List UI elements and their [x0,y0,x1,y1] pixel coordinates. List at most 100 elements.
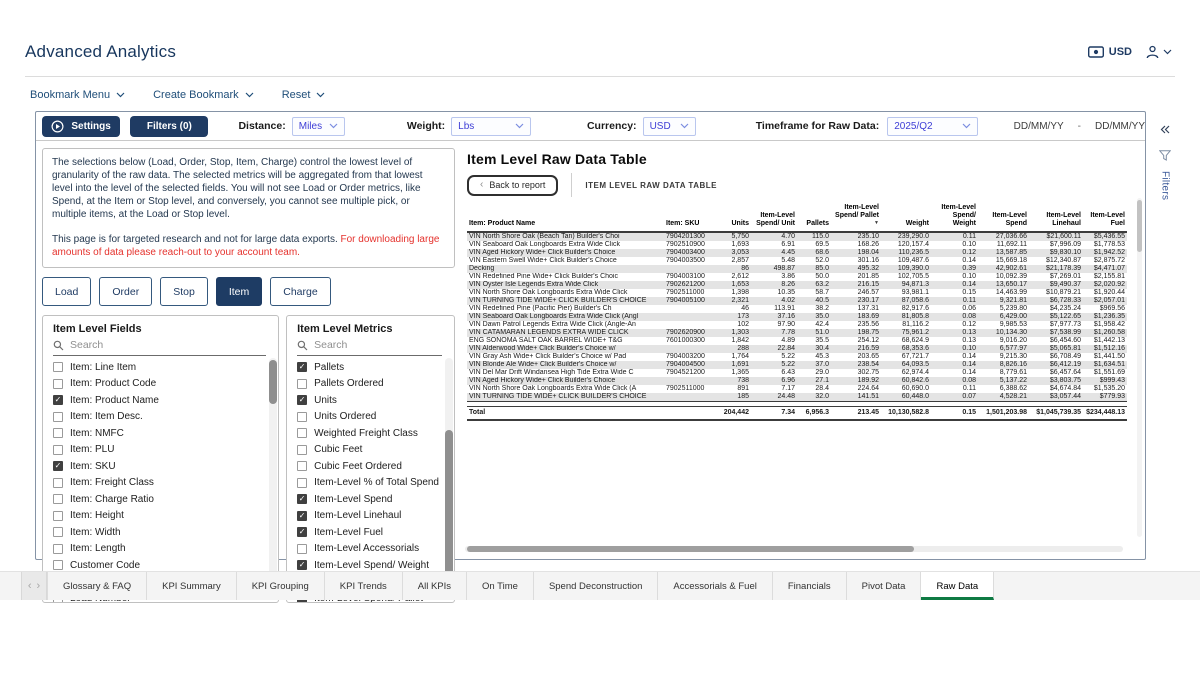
table-row[interactable]: VIN TURNING TIDE WIDE+ CLICK BUILDER'S C… [467,297,1127,305]
table-row[interactable]: VIN North Shore Oak Longboards Extra Wid… [467,385,1127,393]
filters-button[interactable]: Filters (0) [130,116,208,137]
level-button-load[interactable]: Load [42,277,91,306]
field-item-item-charge-ratio[interactable]: Item: Charge Ratio [53,491,278,508]
create-bookmark-dropdown[interactable]: Create Bookmark [153,89,254,101]
settings-button[interactable]: Settings [42,116,120,137]
table-row[interactable]: VIN North Shore Oak (Beach Tan) Builder'… [467,232,1127,241]
checkbox-unchecked[interactable] [53,478,63,488]
tab-kpi-trends[interactable]: KPI Trends [325,572,403,600]
field-item-item-line-item[interactable]: Item: Line Item [53,359,278,376]
column-header-item-sku[interactable]: Item: SKU [660,203,717,232]
tab-financials[interactable]: Financials [773,572,847,600]
tab-accessorials-fuel[interactable]: Accessorials & Fuel [658,572,772,600]
tab-next-icon[interactable]: › [37,580,41,592]
metric-item-weighted-freight-class[interactable]: Weighted Freight Class [297,425,454,442]
date-to-input[interactable]: DD/MM/YY [1095,121,1145,132]
filter-funnel-icon[interactable] [1159,150,1171,161]
table-horizontal-scrollbar[interactable] [465,546,1123,552]
checkbox-unchecked[interactable] [53,412,63,422]
column-header-item-level-spend-unit[interactable]: Item-Level Spend/ Unit [751,203,797,232]
level-button-item[interactable]: Item [216,277,262,306]
column-header-pallets[interactable]: Pallets [797,203,831,232]
scrollbar-thumb[interactable] [1137,200,1142,252]
column-header-item-product-name[interactable]: Item: Product Name [467,203,660,232]
column-header-units[interactable]: Units [717,203,751,232]
tab-pivot-data[interactable]: Pivot Data [847,572,922,600]
tab-kpi-summary[interactable]: KPI Summary [147,572,237,600]
checkbox-unchecked[interactable] [53,511,63,521]
metric-item-units-ordered[interactable]: Units Ordered [297,409,454,426]
checkbox-unchecked[interactable] [297,428,307,438]
checkbox-unchecked[interactable] [53,428,63,438]
checkbox-checked[interactable]: ✓ [297,395,307,405]
table-vertical-scrollbar[interactable] [1137,198,1142,537]
table-row[interactable]: ENG SONOMA SALT OAK BARREL WIDE+ T&G7601… [467,337,1127,345]
table-row[interactable]: VIN Aged Hickory Wide+ Click Builder's C… [467,377,1127,385]
field-item-item-height[interactable]: Item: Height [53,508,278,525]
table-row[interactable]: VIN Aged Hickory Wide+ Click Builder's C… [467,249,1127,257]
checkbox-unchecked[interactable] [53,379,63,389]
reset-dropdown[interactable]: Reset [282,89,326,101]
metrics-scrollbar[interactable] [445,358,453,600]
table-row[interactable]: VIN Eastern Swell Wide+ Click Builder's … [467,257,1127,265]
checkbox-unchecked[interactable] [297,379,307,389]
bookmark-menu-dropdown[interactable]: Bookmark Menu [30,89,125,101]
column-header-item-level-spend-weight[interactable]: Item-Level Spend/ Weight [931,203,978,232]
level-button-stop[interactable]: Stop [160,277,208,306]
table-row[interactable]: VIN Dawn Patrol Legends Extra Wide Click… [467,321,1127,329]
date-from-input[interactable]: DD/MM/YY [1014,121,1064,132]
metric-item-pallets[interactable]: ✓Pallets [297,359,454,376]
level-button-order[interactable]: Order [99,277,152,306]
scrollbar-thumb[interactable] [467,546,914,552]
tab-kpi-grouping[interactable]: KPI Grouping [237,572,325,600]
tab-prev-icon[interactable]: ‹ [28,580,32,592]
currency-indicator[interactable]: USD [1088,46,1132,58]
checkbox-unchecked[interactable] [53,494,63,504]
checkbox-unchecked[interactable] [297,461,307,471]
table-row[interactable]: VIN Blonde Ale Wide+ Click Builder's Cho… [467,361,1127,369]
tab-glossary-faq[interactable]: Glossary & FAQ [47,572,147,600]
table-row[interactable]: Decking86498.8785.0495.32109,390.00.3942… [467,265,1127,273]
metric-item-units[interactable]: ✓Units [297,392,454,409]
checkbox-checked[interactable]: ✓ [53,395,63,405]
metric-item-cubic-feet[interactable]: Cubic Feet [297,442,454,459]
field-item-item-width[interactable]: Item: Width [53,524,278,541]
table-row[interactable]: VIN Gray Ash Wide+ Click Builder's Choic… [467,353,1127,361]
user-menu[interactable] [1146,45,1172,59]
metric-item-item-level-linehaul[interactable]: ✓Item-Level Linehaul [297,508,454,525]
checkbox-unchecked[interactable] [297,445,307,455]
checkbox-unchecked[interactable] [53,544,63,554]
tab-raw-data[interactable]: Raw Data [921,572,994,600]
tab-on-time[interactable]: On Time [467,572,534,600]
table-row[interactable]: VIN Seaboard Oak Longboards Extra Wide C… [467,241,1127,249]
back-to-report-button[interactable]: ‹ Back to report [467,175,558,196]
field-item-item-length[interactable]: Item: Length [53,541,278,558]
field-item-item-item-desc[interactable]: Item: Item Desc. [53,409,278,426]
fields-scrollbar[interactable] [269,358,277,600]
filters-rail-label[interactable]: Filters [1160,171,1171,200]
distance-dropdown[interactable]: Miles [292,117,345,136]
field-item-item-plu[interactable]: Item: PLU [53,442,278,459]
fields-search-input[interactable]: Search [53,338,266,356]
field-item-item-freight-class[interactable]: Item: Freight Class [53,475,278,492]
column-header-item-level-fuel[interactable]: Item-Level Fuel [1083,203,1127,232]
metric-item-cubic-feet-ordered[interactable]: Cubic Feet Ordered [297,458,454,475]
currency-dropdown[interactable]: USD [643,117,696,136]
checkbox-unchecked[interactable] [53,362,63,372]
column-header-item-level-spend[interactable]: Item-Level Spend [978,203,1029,232]
checkbox-unchecked[interactable] [297,412,307,422]
field-item-item-product-code[interactable]: Item: Product Code [53,376,278,393]
field-item-item-sku[interactable]: ✓Item: SKU [53,458,278,475]
table-row[interactable]: VIN Alderwood Wide+ Click Builder's Choi… [467,345,1127,353]
checkbox-unchecked[interactable] [297,544,307,554]
field-item-item-product-name[interactable]: ✓Item: Product Name [53,392,278,409]
table-row[interactable]: VIN Oyster Isle Legends Extra Wide Click… [467,281,1127,289]
checkbox-unchecked[interactable] [53,527,63,537]
table-row[interactable]: VIN TURNING TIDE WIDE+ CLICK BUILDER'S C… [467,393,1127,402]
checkbox-unchecked[interactable] [53,560,63,570]
metric-item-item-level-accessorials[interactable]: Item-Level Accessorials [297,541,454,558]
metric-item-pallets-ordered[interactable]: Pallets Ordered [297,376,454,393]
checkbox-checked[interactable]: ✓ [297,494,307,504]
table-row[interactable]: VIN CATAMARAN LEGENDS EXTRA WIDE CLICK79… [467,329,1127,337]
table-row[interactable]: VIN Redefined Pine (Pacific Pier) Builde… [467,305,1127,313]
